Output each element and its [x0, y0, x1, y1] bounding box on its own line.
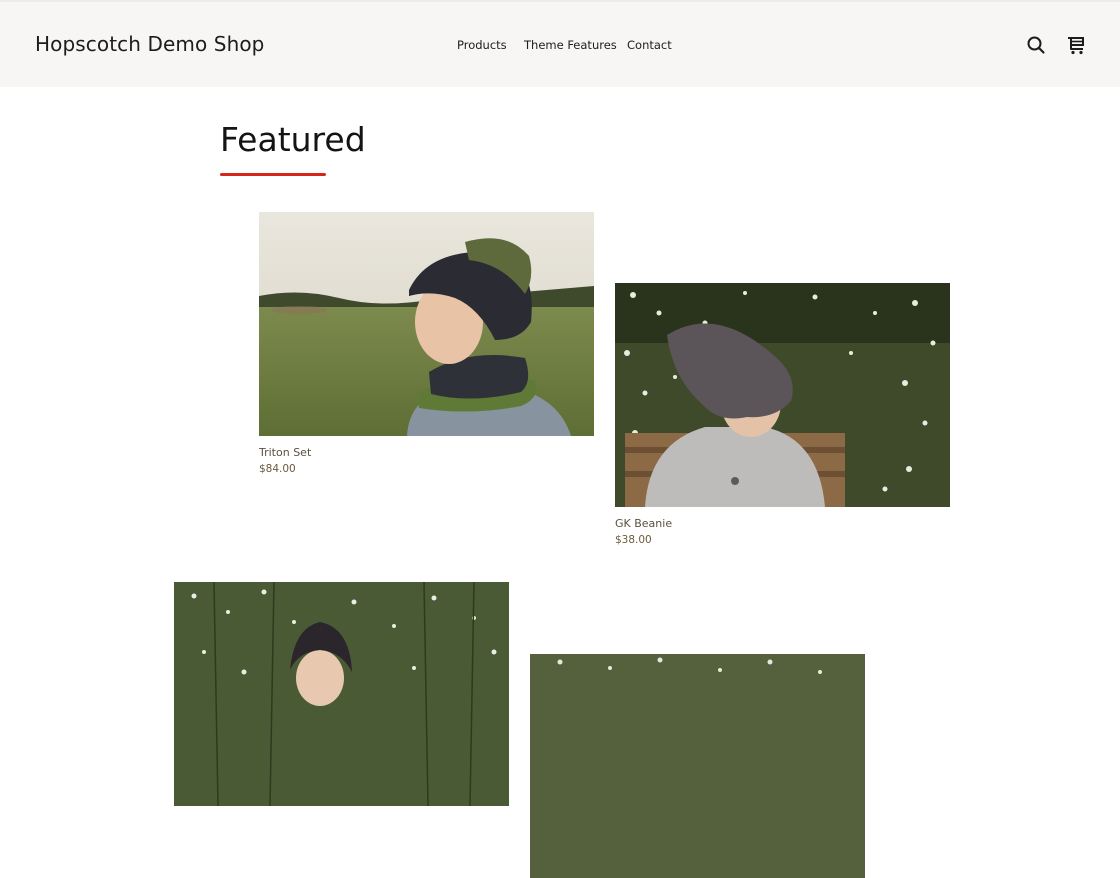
cart-icon[interactable]: [1065, 34, 1087, 56]
shop-logo-link[interactable]: Hopscotch Demo Shop: [35, 32, 264, 56]
nav-link-theme-features[interactable]: Theme Features: [524, 38, 617, 52]
product-image[interactable]: [174, 582, 509, 806]
product-image[interactable]: [615, 283, 950, 507]
product-price: $84.00: [259, 463, 296, 475]
product-name[interactable]: Triton Set: [259, 446, 594, 459]
heading-underline: [220, 173, 326, 176]
product-card[interactable]: Triton Set $84.00: [259, 212, 594, 475]
product-image[interactable]: [530, 654, 865, 878]
search-icon[interactable]: [1025, 34, 1047, 56]
product-image[interactable]: [259, 212, 594, 436]
product-card[interactable]: [174, 582, 509, 806]
nav-link-contact[interactable]: Contact: [627, 38, 672, 52]
product-name[interactable]: GK Beanie: [615, 517, 950, 530]
product-card[interactable]: GK Beanie $38.00: [615, 283, 950, 546]
featured-heading: Featured: [220, 120, 366, 159]
product-price: $38.00: [615, 534, 652, 546]
site-header: Hopscotch Demo Shop Products Theme Featu…: [0, 0, 1120, 87]
nav-link-products[interactable]: Products: [457, 38, 507, 52]
product-card[interactable]: [530, 654, 865, 878]
